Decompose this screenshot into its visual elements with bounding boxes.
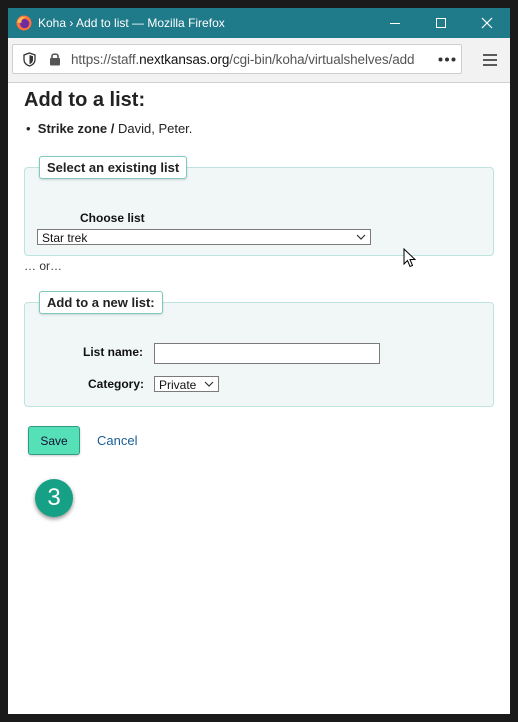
minimize-icon — [390, 23, 400, 24]
window-title: Koha › Add to list — Mozilla Firefox — [38, 16, 225, 30]
existing-list-fieldset: Select an existing list Choose list Star… — [24, 156, 494, 256]
cancel-link[interactable]: Cancel — [97, 433, 137, 448]
close-icon — [481, 17, 493, 29]
maximize-icon — [436, 18, 446, 28]
category-value: Private — [159, 378, 197, 392]
firefox-logo-icon — [16, 15, 32, 31]
maximize-button[interactable] — [418, 8, 464, 38]
item-line: • Strike zone / David, Peter. — [26, 121, 192, 136]
menu-icon[interactable] — [483, 54, 497, 66]
choose-list-label: Choose list — [80, 211, 145, 225]
step-number-badge: 3 — [35, 479, 73, 517]
save-button[interactable]: Save — [28, 426, 80, 455]
page-title: Add to a list: — [24, 89, 146, 111]
chevron-down-icon — [356, 234, 366, 240]
bullet-icon: • — [26, 121, 38, 136]
list-name-label: List name: — [83, 345, 144, 359]
choose-list-select[interactable]: Star trek — [37, 229, 371, 245]
list-name-input[interactable] — [154, 343, 380, 364]
url-text: https://staff.nextkansas.org/cgi-bin/koh… — [71, 52, 415, 67]
or-text: … or… — [24, 259, 63, 273]
title-bar: Koha › Add to list — Mozilla Firefox — [8, 8, 510, 38]
page-content: Add to a list: • Strike zone / David, Pe… — [8, 83, 510, 714]
chevron-down-icon — [204, 381, 214, 387]
choose-list-value: Star trek — [42, 231, 88, 245]
new-list-legend: Add to a new list: — [39, 291, 163, 314]
close-button[interactable] — [464, 8, 510, 38]
category-select[interactable]: Private — [154, 376, 219, 392]
mouse-cursor-icon — [403, 248, 417, 268]
minimize-button[interactable] — [372, 8, 418, 38]
existing-list-legend: Select an existing list — [39, 156, 188, 179]
category-label: Category: — [88, 377, 145, 391]
more-icon[interactable] — [438, 57, 456, 62]
address-bar[interactable]: https://staff.nextkansas.org/cgi-bin/koh… — [12, 44, 462, 74]
item-author: David, Peter. — [117, 121, 193, 136]
navigation-bar: https://staff.nextkansas.org/cgi-bin/koh… — [8, 38, 510, 83]
shield-icon[interactable] — [23, 52, 36, 67]
new-list-fieldset: Add to a new list: List name: Category: … — [24, 291, 494, 407]
item-title: Strike zone / — [37, 121, 115, 136]
lock-icon[interactable] — [49, 52, 61, 66]
browser-window: Koha › Add to list — Mozilla Firefox htt… — [8, 8, 510, 714]
